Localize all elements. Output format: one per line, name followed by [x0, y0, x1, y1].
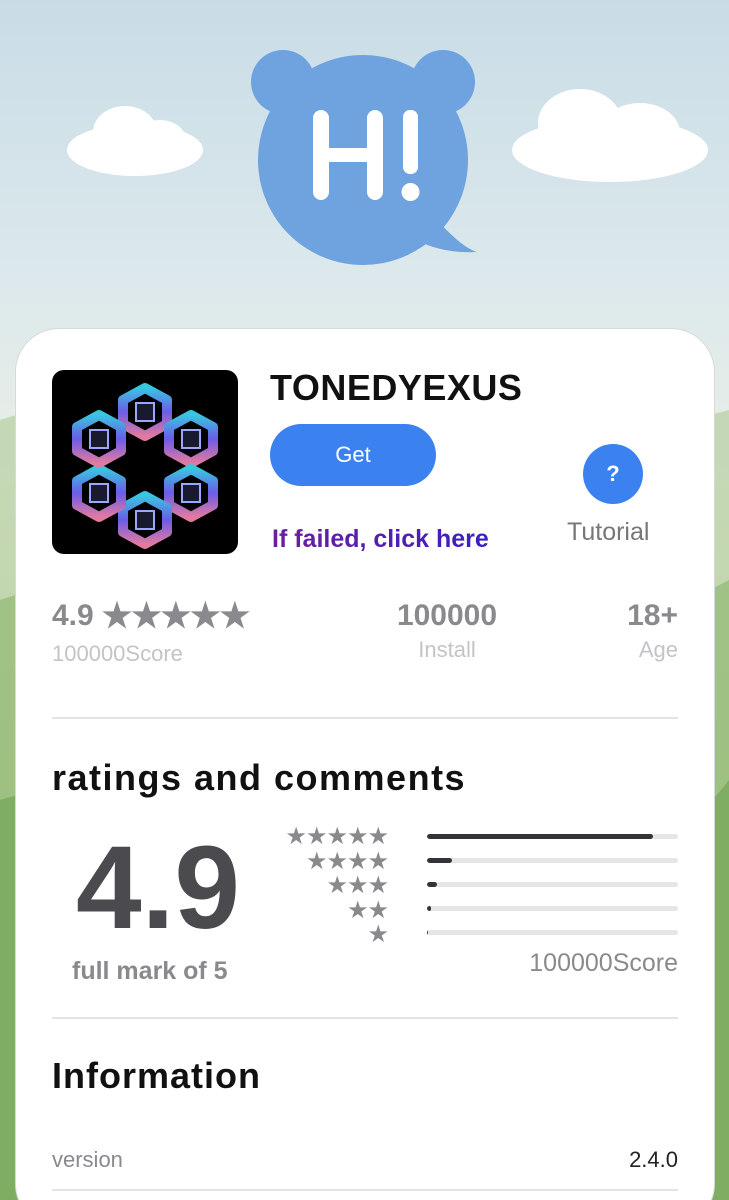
- divider: [52, 1017, 678, 1019]
- rating-bar-fill: [427, 858, 453, 863]
- age-value: 18+: [627, 599, 678, 632]
- information-section-title: Information: [52, 1055, 261, 1096]
- help-question-icon[interactable]: ?: [583, 444, 643, 504]
- rating-score-count: 100000Score: [52, 641, 183, 666]
- star-row-5: ★★★★★: [285, 823, 389, 850]
- rating-bar-fill: [427, 882, 438, 887]
- star-row-1: ★: [367, 921, 389, 948]
- rating-bar-5: [427, 834, 678, 839]
- rating-bar-2: [427, 906, 678, 911]
- rating-bar-fill: [427, 834, 653, 839]
- rating-bar-fill: [427, 930, 429, 935]
- install-count: 100000: [396, 599, 498, 632]
- rating-value: 4.9: [52, 599, 94, 632]
- rating-bar-4: [427, 858, 678, 863]
- info-label: version: [52, 1147, 123, 1172]
- divider: [52, 717, 678, 719]
- big-rating-score: 4.9: [76, 822, 241, 954]
- rating-stat: 4.9 ★★★★★ 100000Score: [52, 597, 250, 667]
- star-row-3: ★★★: [326, 872, 389, 899]
- star-row-2: ★★: [346, 896, 389, 924]
- ratings-score-count: 100000Score: [529, 949, 678, 977]
- install-label: Install: [418, 637, 476, 662]
- rating-stars-icon: ★★★★★: [101, 597, 250, 635]
- info-value: 2.4.0: [629, 1147, 678, 1172]
- install-stat: 100000 Install: [392, 599, 502, 663]
- cloud-right: [512, 89, 708, 182]
- get-button[interactable]: Get: [270, 424, 436, 486]
- rating-bar-fill: [427, 906, 431, 911]
- age-stat: 18+ Age: [627, 599, 678, 663]
- info-row-version: version 2.4.0: [52, 1147, 678, 1173]
- rating-bars: [427, 834, 678, 954]
- app-name: TONEDYEXUS: [270, 367, 523, 408]
- app-card: TONEDYEXUS Get If failed, click here ? T…: [15, 328, 715, 1200]
- star-breakdown: ★★★★★ ★★★★ ★★★ ★★ ★: [268, 823, 389, 948]
- tutorial-label[interactable]: Tutorial: [567, 518, 649, 547]
- failed-click-here-link[interactable]: If failed, click here: [272, 525, 489, 554]
- rating-bar-3: [427, 882, 678, 887]
- hi-bubble-mascot-icon: [251, 50, 477, 265]
- star-row-4: ★★★★: [305, 847, 389, 875]
- hexagon-cubes-logo-icon: [52, 370, 238, 554]
- full-mark-label: full mark of 5: [72, 957, 228, 985]
- age-label: Age: [638, 637, 678, 662]
- app-stats: 4.9 ★★★★★ 100000Score 100000 Install 18+…: [16, 599, 714, 679]
- rating-bar-1: [427, 930, 678, 935]
- ratings-section-title: ratings and comments: [52, 757, 467, 798]
- cloud-left: [67, 106, 203, 176]
- divider: [52, 1189, 678, 1191]
